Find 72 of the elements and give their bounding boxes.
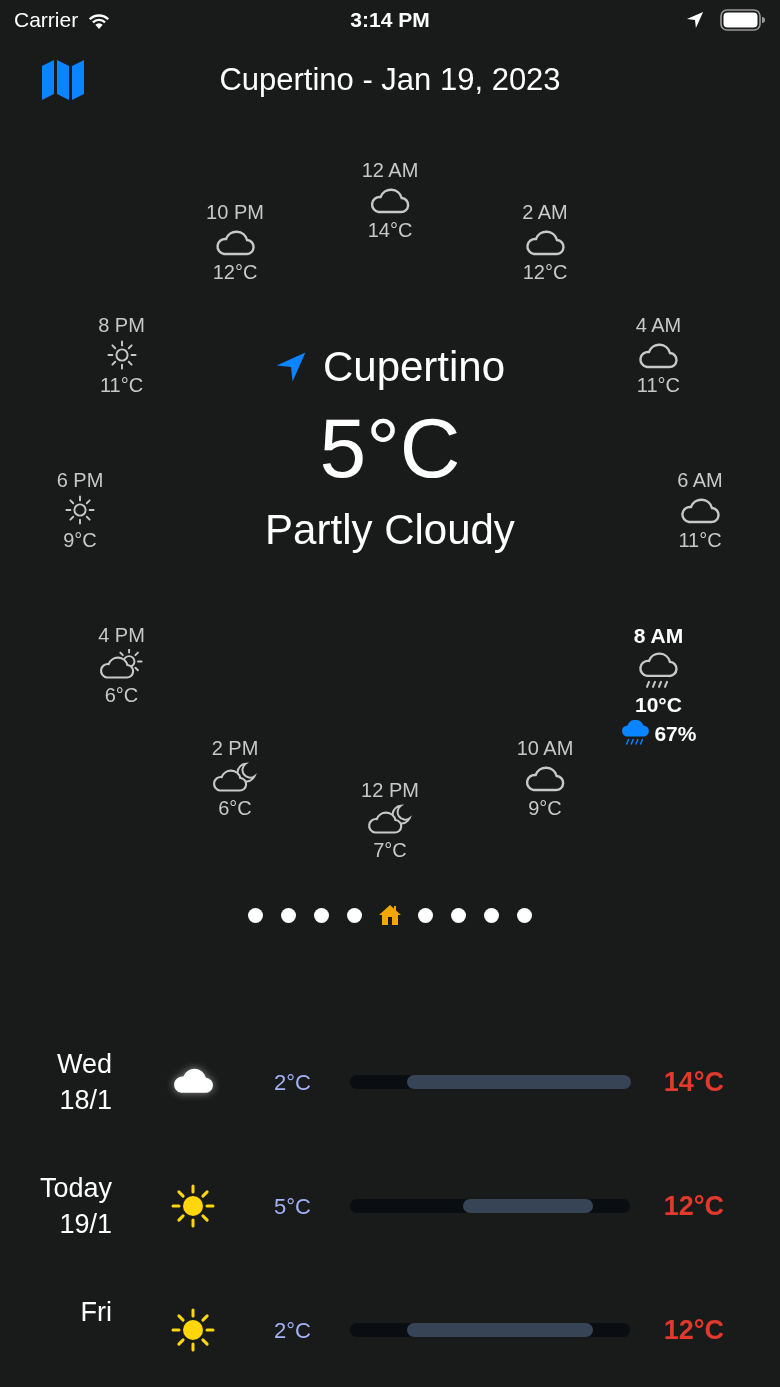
hour-forecast[interactable]: 12 AM 14°C: [361, 159, 419, 241]
hour-forecast[interactable]: 12 PM 7°C: [361, 779, 419, 861]
hour-forecast[interactable]: 2 AM 12°C: [521, 200, 569, 283]
hour-label: 4 PM: [97, 624, 146, 646]
page-dot[interactable]: [451, 907, 466, 923]
high-temperature: 14°C: [662, 1065, 724, 1099]
hour-label: 12 PM: [361, 779, 419, 801]
hour-forecast[interactable]: 8 AM 10°C 67%: [620, 623, 697, 747]
hour-label: 6 AM: [676, 469, 724, 491]
page-dot[interactable]: [248, 907, 263, 923]
low-temperature: 2°C: [274, 1068, 312, 1097]
sun-icon: [170, 1183, 216, 1229]
hour-temp: 11°C: [98, 374, 145, 396]
hour-forecast[interactable]: 10 AM 9°C: [516, 737, 574, 820]
day-label: Fri: [80, 1295, 112, 1329]
hour-temp: 10°C: [634, 693, 683, 717]
location-arrow-icon: [686, 11, 704, 29]
hour-forecast[interactable]: 8 PM 11°C: [97, 314, 146, 396]
status-time: 3:14 PM: [350, 7, 430, 34]
hour-forecast[interactable]: 4 PM 6°C: [97, 624, 146, 706]
hour-label: 2 PM: [211, 737, 259, 760]
low-temperature: 5°C: [274, 1192, 312, 1221]
hour-label: 4 AM: [634, 314, 683, 336]
carrier-label: Carrier: [14, 7, 79, 34]
hour-forecast[interactable]: 10 PM 12°C: [206, 200, 264, 283]
hour-label: 2 AM: [521, 200, 569, 223]
precipitation-chance: 67%: [654, 721, 697, 745]
hour-temp: 6°C: [103, 684, 140, 706]
hour-temp: 9°C: [527, 797, 563, 820]
cloud-moon-icon: [366, 804, 414, 836]
page-dot[interactable]: [517, 907, 532, 923]
high-temperature: 12°C: [662, 1189, 724, 1223]
hour-temp: 11°C: [677, 529, 723, 551]
high-temperature: 12°C: [662, 1313, 724, 1347]
rain-icon: [620, 720, 651, 747]
page-dot[interactable]: [484, 907, 499, 923]
page-dot[interactable]: [281, 907, 296, 923]
page-dot[interactable]: [418, 907, 433, 923]
current-temperature: 5°C: [319, 406, 461, 490]
hour-temp: 6°C: [217, 797, 253, 820]
date-label: 19/1: [59, 1207, 112, 1241]
hour-forecast[interactable]: 6 PM 9°C: [56, 469, 104, 551]
hour-label: 6 PM: [56, 469, 104, 491]
hour-temp: 11°C: [635, 374, 682, 396]
day-label: Today: [39, 1171, 112, 1205]
hour-forecast[interactable]: 4 AM 11°C: [634, 314, 683, 396]
hour-label: 8 PM: [97, 314, 146, 336]
hour-temp: 9°C: [62, 529, 98, 551]
hour-label: 10 AM: [516, 737, 574, 760]
cloud-moon-icon: [211, 762, 259, 795]
hour-label: 12 AM: [361, 159, 419, 181]
hour-label: 10 PM: [206, 200, 264, 223]
hour-forecast[interactable]: 6 AM 11°C: [676, 469, 724, 551]
map-icon[interactable]: [42, 60, 84, 100]
hour-forecast[interactable]: 2 PM 6°C: [211, 737, 259, 820]
low-temperature: 2°C: [274, 1316, 312, 1345]
page-dot[interactable]: [347, 907, 362, 923]
battery-icon: [720, 9, 766, 31]
sun-icon: [170, 1307, 216, 1353]
partly-cloudy-icon: [97, 649, 146, 681]
home-icon[interactable]: [378, 904, 402, 926]
date-label: 18/1: [59, 1083, 112, 1117]
hour-temp: 14°C: [366, 219, 414, 241]
hour-temp: 12°C: [211, 260, 259, 283]
hour-temp: 7°C: [372, 839, 408, 861]
page-dot[interactable]: [314, 907, 329, 923]
weather-condition: Partly Cloudy: [265, 505, 515, 555]
screen-title: Cupertino - Jan 19, 2023: [219, 60, 561, 99]
location-name: Cupertino: [322, 342, 506, 392]
hour-temp: 12°C: [521, 260, 569, 283]
day-label: Wed: [56, 1047, 112, 1081]
hour-label: 8 AM: [632, 623, 685, 647]
